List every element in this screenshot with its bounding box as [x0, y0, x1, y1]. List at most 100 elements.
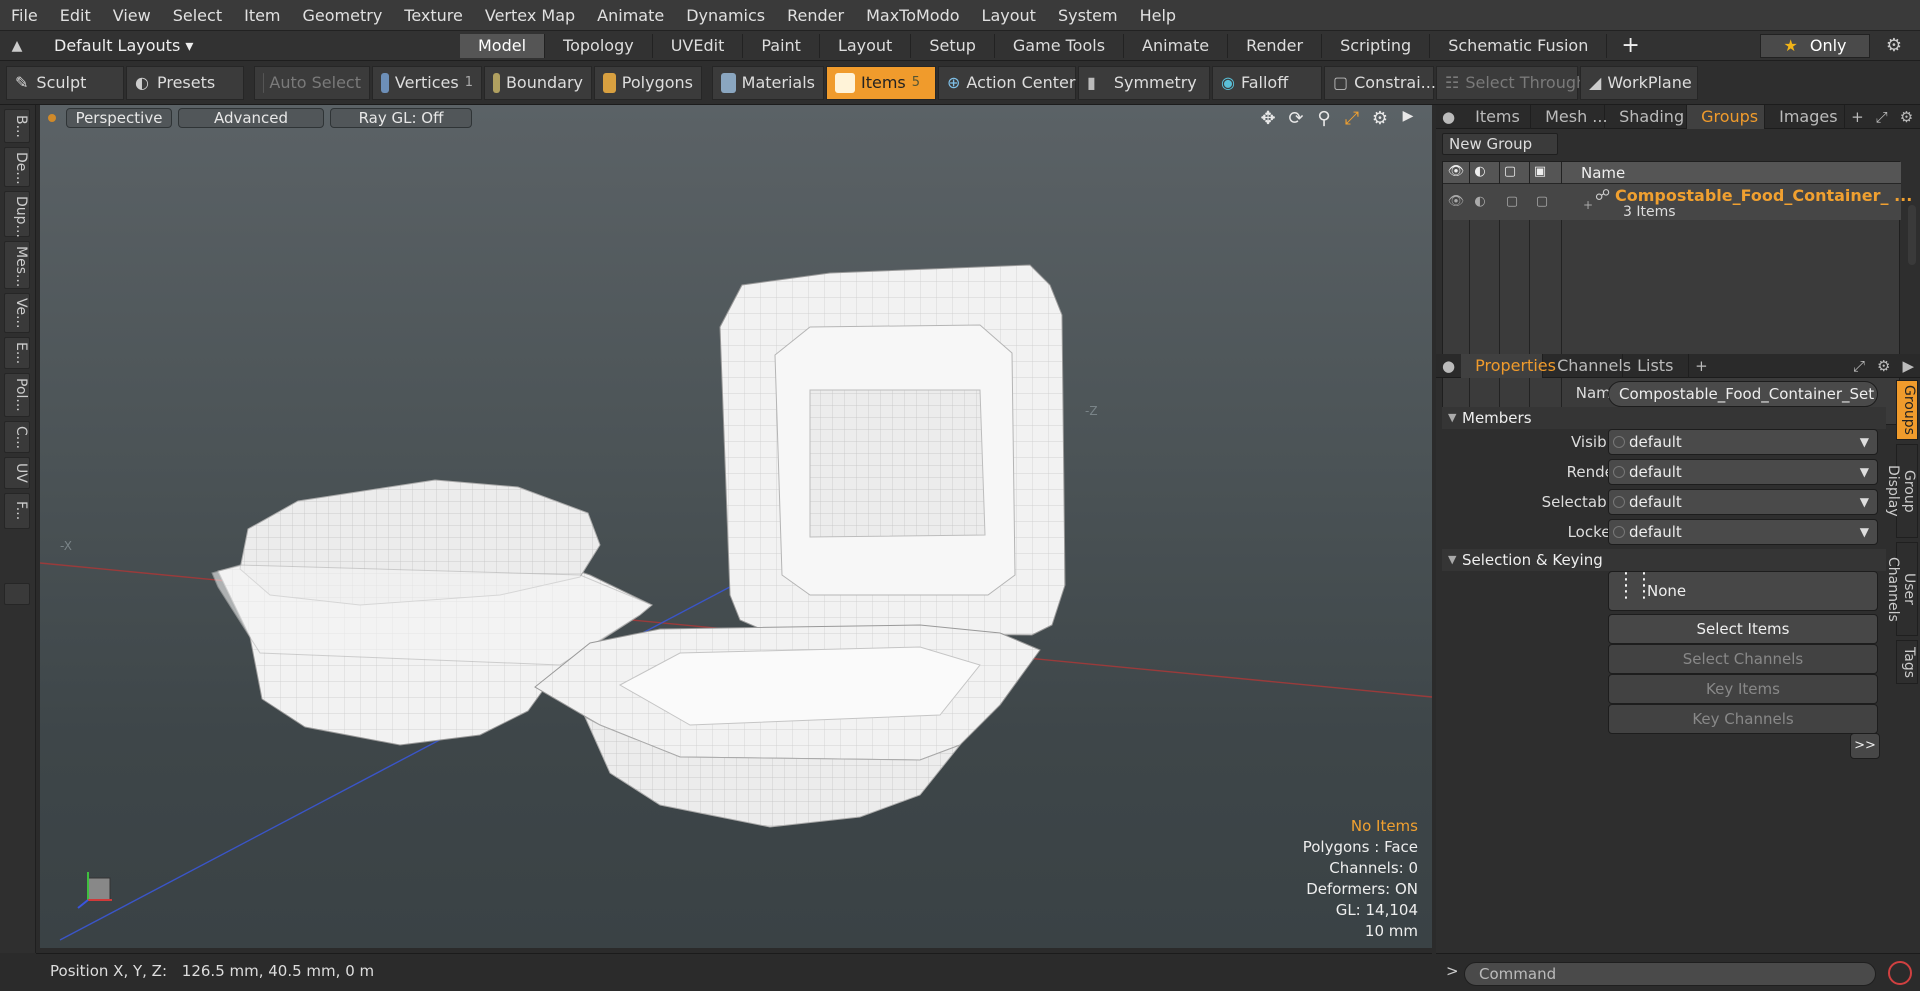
menu-animate[interactable]: Animate — [586, 0, 675, 31]
polygons-button[interactable]: Polygons — [594, 65, 702, 100]
only-toggle[interactable]: ★ Only — [1760, 34, 1870, 58]
render-icon[interactable]: ◐ — [1469, 164, 1491, 182]
left-tab-uv[interactable]: UV — [4, 457, 30, 489]
viewport-settings-icon[interactable]: ⚙ — [1370, 108, 1390, 129]
tab-uvedit[interactable]: UVEdit — [653, 33, 744, 58]
menu-system[interactable]: System — [1047, 0, 1129, 31]
vertices-button[interactable]: Vertices 1 — [372, 65, 482, 100]
none-selection-button[interactable]: ⋮⋮ ⋮⋮ None — [1608, 571, 1878, 611]
left-tab-duplicate[interactable]: Dup... — [4, 191, 30, 238]
left-tab-curve[interactable]: C... — [4, 421, 30, 453]
groups-scrollbar[interactable] — [1908, 205, 1916, 265]
left-tab-basic[interactable]: B... — [4, 109, 30, 143]
select-cube-icon[interactable]: ▢ — [1499, 164, 1521, 182]
lock-cube-icon[interactable]: ▣ — [1529, 164, 1551, 182]
gear-icon[interactable]: ⚙ — [1880, 34, 1908, 58]
vtab-user-channels[interactable]: User Channels — [1885, 542, 1918, 636]
select-through-button[interactable]: ☷ Select Through — [1436, 65, 1586, 100]
left-tab-mesh[interactable]: Mes... — [4, 241, 30, 289]
more-button[interactable]: >> — [1850, 733, 1880, 759]
menu-view[interactable]: View — [102, 0, 162, 31]
falloff-button[interactable]: ◉ Falloff — [1212, 65, 1322, 100]
menu-file[interactable]: File — [0, 0, 49, 31]
tab-mesh[interactable]: Mesh ... — [1531, 104, 1608, 129]
fit-view-icon[interactable]: ⤢ — [1342, 108, 1362, 129]
sculpt-button[interactable]: ✎ Sculpt — [6, 65, 124, 100]
tab-topology[interactable]: Topology — [545, 33, 653, 58]
tab-lists[interactable]: Lists — [1623, 353, 1690, 378]
menu-select[interactable]: Select — [162, 0, 233, 31]
tab-channels[interactable]: Channels — [1543, 353, 1631, 378]
left-tab-polygon[interactable]: Pol... — [4, 373, 30, 417]
visible-dropdown[interactable]: default ▼ — [1608, 429, 1878, 455]
selectable-dropdown[interactable]: default ▼ — [1608, 489, 1878, 515]
expand-group-icon[interactable]: + — [1583, 198, 1593, 212]
tab-items[interactable]: Items — [1461, 104, 1532, 129]
symmetry-button[interactable]: ▮ Symmetry — [1078, 65, 1210, 100]
visibility-eye-icon[interactable]: 👁 — [1445, 164, 1467, 182]
command-input[interactable]: Command — [1464, 962, 1876, 986]
add-props-tab-icon[interactable]: + — [1689, 357, 1714, 375]
tab-paint[interactable]: Paint — [743, 33, 820, 58]
materials-button[interactable]: Materials — [712, 65, 824, 100]
workplane-button[interactable]: ◢ WorkPlane — [1580, 65, 1698, 100]
left-tab-fusion[interactable]: F... — [4, 493, 30, 529]
constraints-button[interactable]: ▢ Constrai... — [1324, 65, 1436, 100]
menu-texture[interactable]: Texture — [393, 0, 474, 31]
tab-shading[interactable]: Shading — [1605, 104, 1688, 129]
props-expand-icon[interactable]: ⤢ — [1847, 357, 1871, 375]
tab-schematic-fusion[interactable]: Schematic Fusion — [1430, 33, 1608, 58]
left-tab-vertex[interactable]: Ve... — [4, 293, 30, 333]
items-button[interactable]: Items 5 — [826, 65, 936, 100]
add-panel-tab-icon[interactable]: + — [1845, 108, 1870, 126]
menu-vertex-map[interactable]: Vertex Map — [474, 0, 586, 31]
tab-game-tools[interactable]: Game Tools — [995, 33, 1125, 58]
expand-panel-icon[interactable]: ⤢ — [1870, 108, 1894, 126]
new-group-button[interactable]: New Group — [1442, 133, 1558, 155]
move-view-icon[interactable]: ✥ — [1258, 108, 1278, 129]
layouts-dropdown[interactable]: Default Layouts ▾ — [34, 36, 234, 55]
menu-maxtomodo[interactable]: MaxToModo — [855, 0, 970, 31]
record-icon[interactable] — [1888, 961, 1912, 985]
selection-keying-section[interactable]: ▼ Selection & Keying — [1442, 549, 1886, 571]
row-render-icon[interactable]: ◐ — [1469, 194, 1491, 212]
group-name-field[interactable]: Compostable_Food_Container_Set (5 — [1608, 381, 1878, 427]
menu-item[interactable]: Item — [233, 0, 291, 31]
3d-viewport[interactable]: -X -Z Perspective Advanced Ray GL: Off ✥… — [40, 105, 1432, 948]
tab-scripting[interactable]: Scripting — [1322, 33, 1431, 58]
left-tab-edge[interactable]: E... — [4, 337, 30, 369]
props-arrow-icon[interactable]: ▶ — [1896, 357, 1920, 375]
tab-groups[interactable]: Groups — [1687, 104, 1766, 129]
key-channels-button[interactable]: Key Channels — [1608, 704, 1878, 734]
tab-animate[interactable]: Animate — [1124, 33, 1229, 58]
select-items-button[interactable]: Select Items — [1608, 614, 1878, 644]
members-section[interactable]: ▼ Members — [1442, 407, 1886, 429]
render-dropdown[interactable]: default ▼ — [1608, 459, 1878, 485]
action-center-button[interactable]: ⊕ Action Center — [938, 65, 1076, 100]
tab-model[interactable]: Model — [460, 33, 546, 58]
auto-select-button[interactable]: Auto Select — [254, 65, 370, 100]
rotate-view-icon[interactable]: ⟳ — [1286, 108, 1306, 129]
collapse-up-icon[interactable]: ▲ — [0, 38, 34, 54]
menu-dynamics[interactable]: Dynamics — [675, 0, 776, 31]
boundary-button[interactable]: Boundary — [484, 65, 592, 100]
tab-render[interactable]: Render — [1228, 33, 1323, 58]
locked-dropdown[interactable]: default ▼ — [1608, 519, 1878, 545]
add-tab-button[interactable]: + — [1607, 33, 1653, 58]
left-tab-deform[interactable]: De... — [4, 147, 30, 187]
tab-properties[interactable]: Properties — [1461, 353, 1556, 378]
menu-edit[interactable]: Edit — [49, 0, 102, 31]
viewport-expand-icon[interactable]: ▶ — [1398, 108, 1418, 129]
raygl-dropdown[interactable]: Ray GL: Off — [330, 108, 472, 128]
panel-gear-icon[interactable]: ⚙ — [1894, 108, 1919, 126]
tab-images[interactable]: Images — [1765, 104, 1846, 129]
props-gear-icon[interactable]: ⚙ — [1871, 357, 1896, 375]
select-channels-button[interactable]: Select Channels — [1608, 644, 1878, 674]
menu-layout[interactable]: Layout — [971, 0, 1047, 31]
menu-help[interactable]: Help — [1129, 0, 1187, 31]
vtab-groups[interactable]: Groups — [1896, 380, 1918, 440]
left-tab-extra[interactable] — [4, 583, 30, 605]
presets-button[interactable]: ◐ Presets — [126, 65, 244, 100]
vtab-group-display[interactable]: Group Display — [1885, 444, 1918, 538]
key-items-button[interactable]: Key Items — [1608, 674, 1878, 704]
